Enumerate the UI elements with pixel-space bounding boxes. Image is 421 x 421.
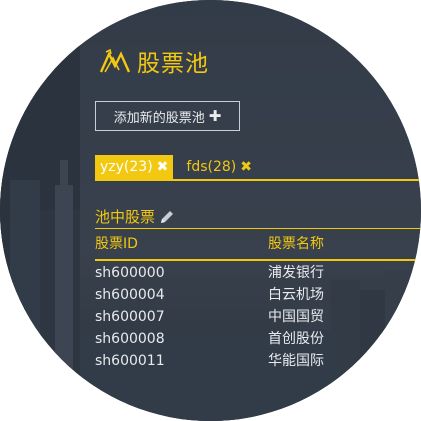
stock-name-cell: 白云机场 bbox=[268, 287, 324, 303]
stock-id-cell: sh600008 bbox=[95, 331, 165, 347]
circular-viewport: 股票池 添加新的股票池 ✚ yzy(23) ✖ fds(28) ✖ 池中股票 股… bbox=[0, 0, 421, 421]
close-icon[interactable]: ✖ bbox=[157, 159, 169, 175]
table-row[interactable]: sh600007 中国国贸 bbox=[95, 306, 421, 328]
add-stock-pool-label: 添加新的股票池 bbox=[113, 110, 205, 126]
stock-chart-logo-icon bbox=[99, 48, 131, 73]
tab-fds[interactable]: fds(28) ✖ bbox=[181, 155, 257, 179]
plus-icon: ✚ bbox=[208, 107, 222, 125]
table-row[interactable]: sh600004 白云机场 bbox=[95, 284, 421, 306]
page-title: 股票池 bbox=[137, 51, 209, 77]
table-row[interactable]: sh600011 华能国际 bbox=[95, 350, 421, 372]
close-icon[interactable]: ✖ bbox=[240, 159, 252, 175]
stock-id-cell: sh600007 bbox=[95, 309, 165, 325]
stock-name-cell: 中国国贸 bbox=[268, 309, 324, 325]
stock-id-cell: sh600004 bbox=[95, 287, 165, 303]
add-stock-pool-button[interactable]: 添加新的股票池 ✚ bbox=[95, 101, 240, 131]
table-header: 股票ID 股票名称 bbox=[95, 233, 421, 261]
pencil-icon[interactable] bbox=[159, 209, 175, 225]
pool-stocks-heading: 池中股票 bbox=[95, 205, 421, 229]
stock-name-cell: 浦发银行 bbox=[268, 265, 324, 281]
stock-name-cell: 首创股份 bbox=[268, 331, 324, 347]
tab-yzy[interactable]: yzy(23) ✖ bbox=[95, 155, 174, 179]
tab-label: fds(28) bbox=[186, 159, 237, 175]
stock-name-cell: 华能国际 bbox=[268, 353, 324, 369]
column-header-stock-id[interactable]: 股票ID bbox=[95, 233, 138, 255]
stock-table-body: sh600000 浦发银行 sh600004 白云机场 sh600007 中国国… bbox=[95, 262, 421, 372]
column-header-stock-name[interactable]: 股票名称 bbox=[268, 233, 324, 255]
section-title: 池中股票 bbox=[95, 208, 156, 226]
stock-id-cell: sh600000 bbox=[95, 265, 165, 281]
tab-label: yzy(23) bbox=[100, 159, 153, 175]
stock-id-cell: sh600011 bbox=[95, 353, 165, 369]
table-row[interactable]: sh600000 浦发银行 bbox=[95, 262, 421, 284]
stock-pool-tabs: yzy(23) ✖ fds(28) ✖ bbox=[95, 155, 421, 181]
table-row[interactable]: sh600008 首创股份 bbox=[95, 328, 421, 350]
page-header: 股票池 bbox=[99, 44, 209, 78]
